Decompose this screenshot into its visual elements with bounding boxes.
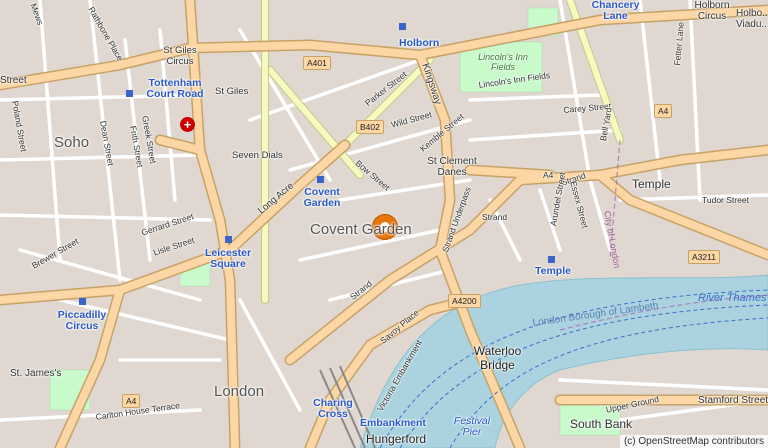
label-holborn-viaduct: Holbo... Viadu... bbox=[736, 8, 768, 30]
label-waterloo-bridge: Waterloo Bridge bbox=[473, 344, 522, 372]
road-label-tudor-street: Tudor Street bbox=[702, 195, 749, 205]
road-label-st-james: St. James's bbox=[10, 368, 62, 379]
road-label-strand-mid: Strand bbox=[482, 212, 508, 222]
map-attribution[interactable]: (c) OpenStreetMap contributors bbox=[619, 435, 768, 448]
area-label-covent-garden: Covent Garden bbox=[310, 221, 412, 238]
station-leicester-square[interactable]: Leicester Square bbox=[198, 248, 258, 270]
area-label-london: London bbox=[214, 383, 265, 400]
tube-station-icon bbox=[317, 176, 324, 183]
station-holborn[interactable]: Holborn bbox=[399, 38, 439, 49]
tube-station-icon bbox=[399, 23, 406, 30]
label-holborn-circus: Holborn Circus bbox=[694, 0, 730, 22]
road-label-st-giles: St Giles bbox=[215, 86, 249, 97]
road-ref-a3211: A3211 bbox=[688, 250, 720, 264]
road-ref-a401: A401 bbox=[303, 56, 331, 70]
road-label-stamford-street: Stamford Street bbox=[698, 395, 768, 406]
road-label-st-giles-circus: St Giles Circus bbox=[163, 45, 197, 67]
road-ref-a4-lower: A4 bbox=[543, 170, 554, 180]
area-label-soho: Soho bbox=[54, 134, 90, 151]
area-label-temple: Temple bbox=[632, 177, 671, 191]
station-charing-cross[interactable]: Charing Cross bbox=[308, 398, 358, 420]
road-ref-b402: B402 bbox=[356, 120, 384, 134]
tube-station-icon bbox=[225, 236, 232, 243]
station-piccadilly-circus[interactable]: Piccadilly Circus bbox=[52, 310, 112, 332]
road-label-st-clement-danes: St Clement Danes bbox=[427, 156, 477, 178]
station-temple[interactable]: Temple bbox=[535, 266, 571, 277]
hospital-icon: + bbox=[180, 117, 195, 132]
station-covent-garden[interactable]: Covent Garden bbox=[297, 187, 347, 209]
label-lincolns-inn-fields-park: Lincoln's Inn Fields bbox=[478, 52, 528, 72]
station-chancery-lane[interactable]: Chancery Lane bbox=[588, 0, 643, 22]
tube-station-icon bbox=[548, 256, 555, 263]
road-label-street: Street bbox=[0, 75, 27, 86]
road-ref-a4-west: A4 bbox=[122, 394, 141, 408]
tube-station-icon bbox=[126, 90, 133, 97]
road-ref-a4-east: A4 bbox=[654, 104, 673, 118]
label-hungerford: Hungerford bbox=[366, 432, 427, 446]
area-label-south-bank: South Bank bbox=[570, 417, 633, 431]
station-tottenham-court-road[interactable]: Tottenham Court Road bbox=[140, 78, 210, 100]
map-canvas[interactable]: + Soho Covent Garden London Temple South… bbox=[0, 0, 768, 448]
road-ref-a4200: A4200 bbox=[448, 294, 481, 308]
label-river-thames: River Thames bbox=[698, 292, 767, 304]
label-festival-pier: Festival Pier bbox=[453, 415, 491, 438]
station-embankment[interactable]: Embankment bbox=[360, 418, 426, 429]
road-label-seven-dials: Seven Dials bbox=[232, 150, 283, 161]
tube-station-icon bbox=[79, 298, 86, 305]
